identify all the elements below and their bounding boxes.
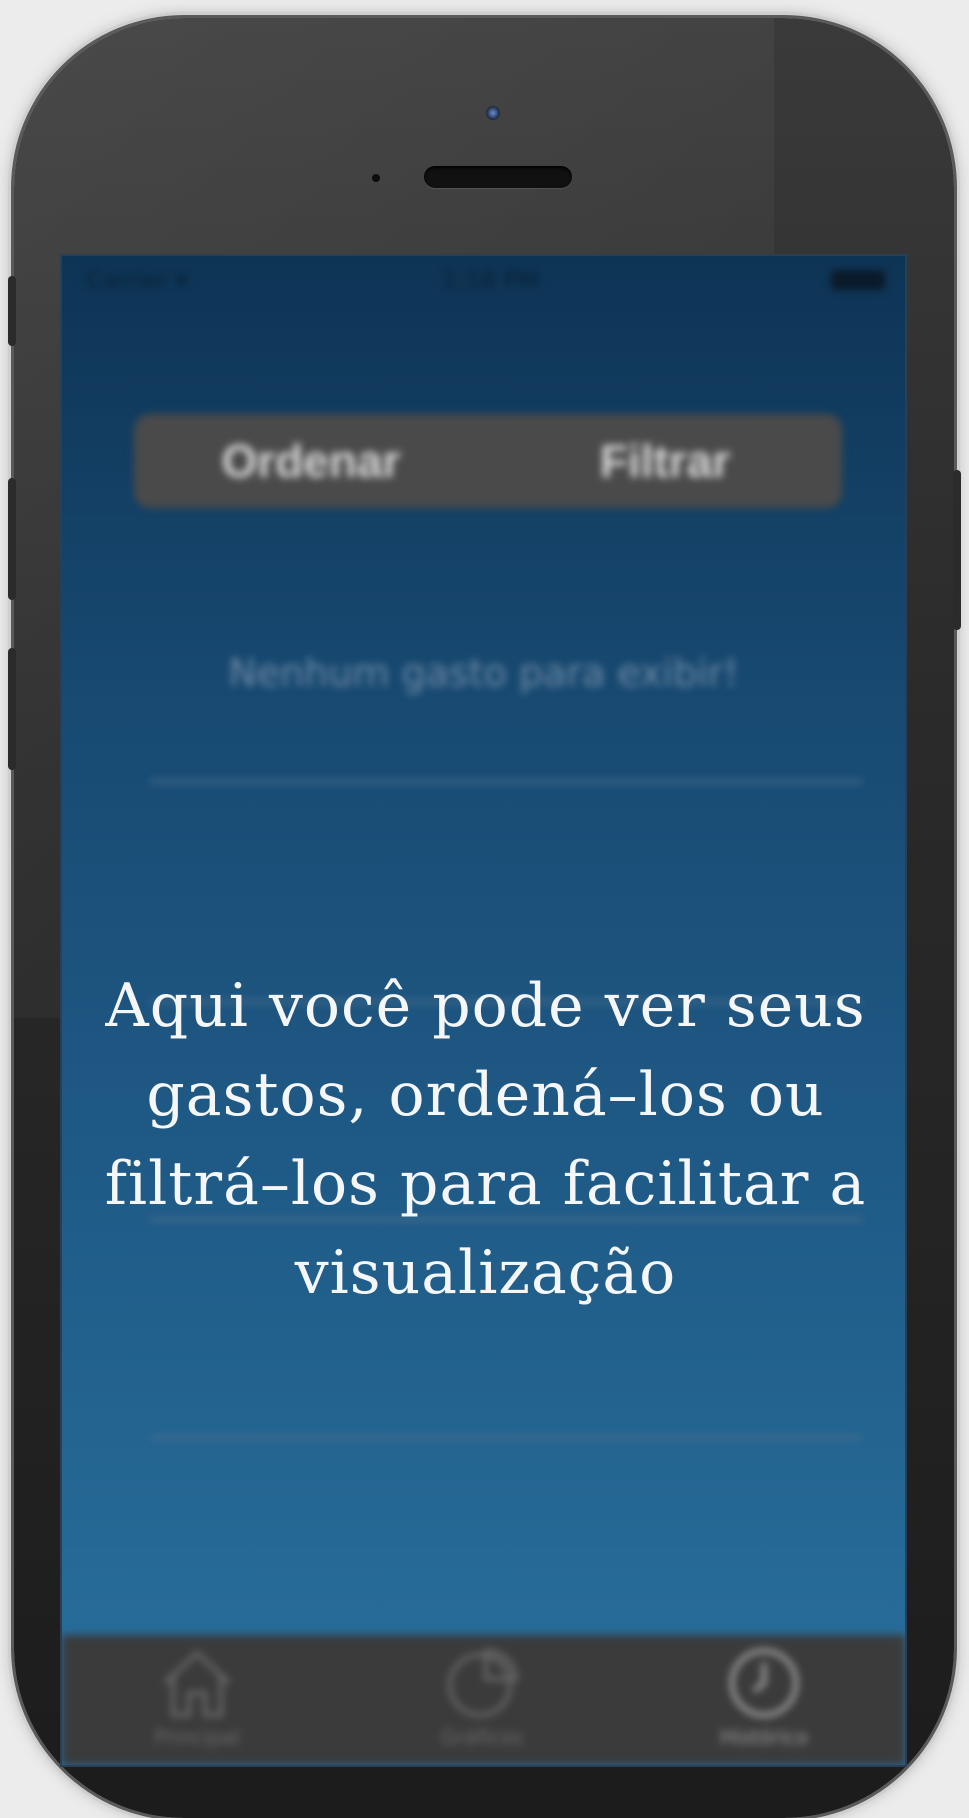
tab-label: Histórico bbox=[719, 1725, 809, 1749]
filter-button[interactable]: Filtrar bbox=[488, 414, 842, 508]
volume-up-button bbox=[8, 478, 16, 600]
tab-principal[interactable]: Principal bbox=[107, 1645, 287, 1749]
list-separator bbox=[150, 780, 862, 783]
power-button bbox=[953, 470, 961, 630]
volume-down-button bbox=[8, 648, 16, 770]
tab-label: Principal bbox=[154, 1725, 240, 1749]
tab-graficos[interactable]: Gráficos bbox=[392, 1645, 572, 1749]
sort-filter-segmented-control: Ordenar Filtrar bbox=[134, 414, 842, 508]
tab-bar: Principal Gráficos Histórico bbox=[62, 1635, 905, 1765]
home-icon bbox=[163, 1650, 231, 1717]
status-bar: Carrier ▾ 1:18 PM bbox=[62, 256, 905, 296]
proximity-sensor bbox=[372, 174, 380, 182]
front-camera bbox=[486, 106, 500, 120]
status-time: 1:18 PM bbox=[442, 266, 539, 294]
empty-list-message: Nenhum gasto para exibir! bbox=[228, 651, 739, 695]
tab-label: Gráficos bbox=[440, 1725, 524, 1749]
battery-icon bbox=[831, 270, 885, 290]
silent-switch bbox=[8, 276, 16, 346]
tab-historico[interactable]: Histórico bbox=[674, 1645, 854, 1749]
pie-chart-icon bbox=[448, 1648, 519, 1717]
sort-button[interactable]: Ordenar bbox=[134, 414, 488, 508]
clock-icon bbox=[729, 1648, 799, 1718]
phone-screen: Carrier ▾ 1:18 PM Ordenar Filtrar Nenhum… bbox=[60, 254, 907, 1767]
status-carrier: Carrier ▾ bbox=[86, 266, 188, 294]
earpiece-speaker bbox=[424, 166, 572, 188]
tutorial-overlay-message: Aqui você pode ver seus gastos, ordená–l… bbox=[104, 971, 867, 1308]
list-separator bbox=[150, 1436, 862, 1439]
